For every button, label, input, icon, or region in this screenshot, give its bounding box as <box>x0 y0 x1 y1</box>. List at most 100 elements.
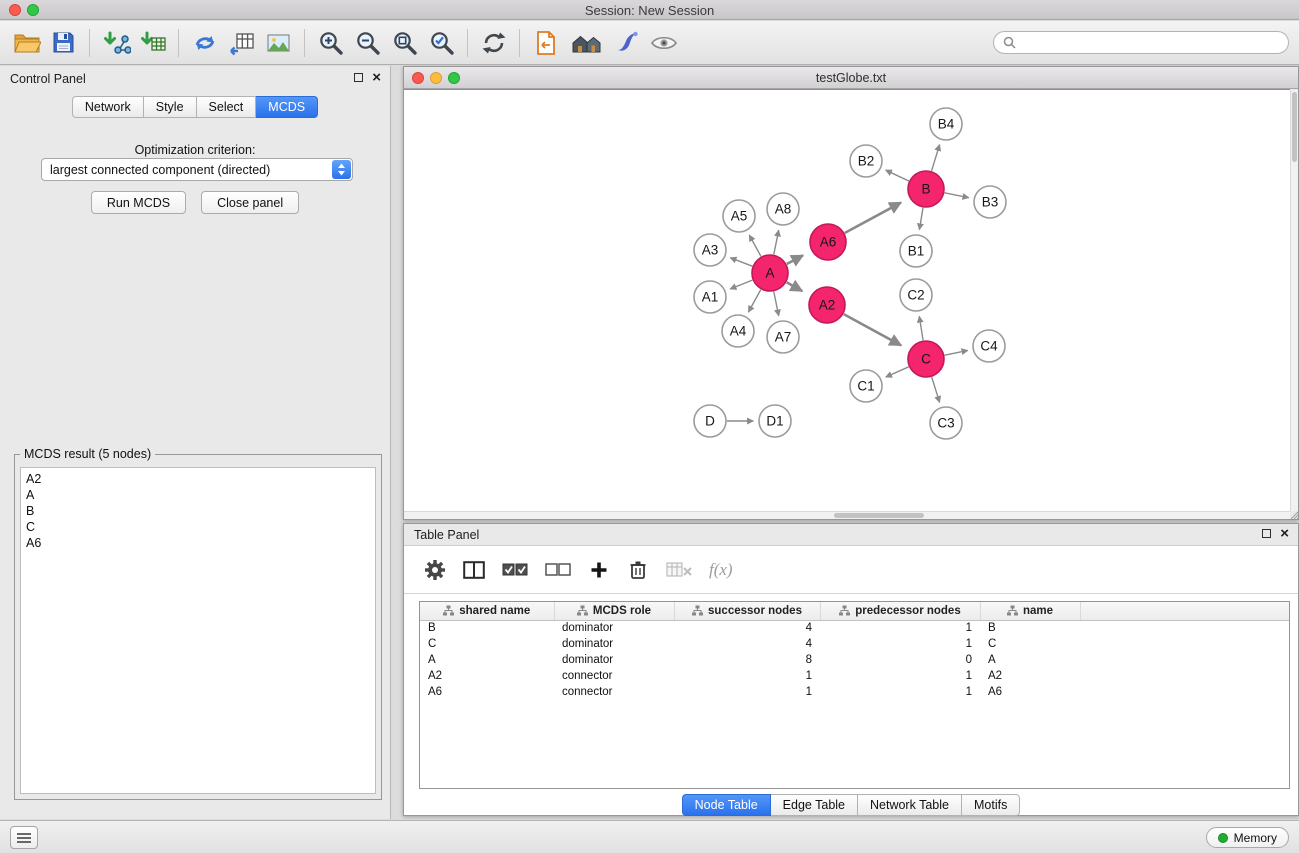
refresh-view-icon[interactable] <box>475 24 512 61</box>
optimization-criterion-label: Optimization criterion: <box>0 143 390 157</box>
edge-A2-C <box>844 314 901 345</box>
apply-style-icon[interactable] <box>608 24 645 61</box>
result-item[interactable]: B <box>26 503 370 519</box>
node-label-C3: C3 <box>937 416 954 431</box>
float-panel-icon[interactable] <box>1262 529 1271 538</box>
deselect-all-rows-icon[interactable] <box>545 556 571 584</box>
result-item[interactable]: A6 <box>26 535 370 551</box>
open-network-document-icon[interactable] <box>527 24 564 61</box>
column-header-shared-name[interactable]: shared name <box>420 602 554 620</box>
cell-successor-nodes: 1 <box>674 668 820 684</box>
column-header-successor-nodes[interactable]: successor nodes <box>674 602 820 620</box>
window-title: Session: New Session <box>0 3 1299 18</box>
close-panel-icon[interactable]: × <box>1280 528 1289 539</box>
edge-A-A1 <box>730 280 752 289</box>
import-table-from-file-icon[interactable] <box>134 24 171 61</box>
tab-edge-table[interactable]: Edge Table <box>771 794 858 816</box>
tab-mcds[interactable]: MCDS <box>256 96 318 118</box>
edge-C-C1 <box>886 367 909 377</box>
node-label-B1: B1 <box>908 244 925 259</box>
run-mcds-button[interactable]: Run MCDS <box>91 191 186 214</box>
delete-table-icon[interactable] <box>666 556 692 584</box>
search-icon <box>1003 36 1016 49</box>
edge-C-C4 <box>945 350 968 355</box>
toolbar-separator <box>89 29 90 57</box>
edge-A6-B <box>845 203 901 234</box>
status-bar: Memory <box>0 820 1299 853</box>
function-builder-button[interactable]: f(x) <box>709 556 733 584</box>
zoom-in-icon[interactable] <box>312 24 349 61</box>
column-header-predecessor-nodes[interactable]: predecessor nodes <box>820 602 980 620</box>
node-label-D1: D1 <box>766 414 783 429</box>
edge-B-B3 <box>945 193 969 198</box>
show-graphics-details-icon[interactable] <box>645 24 682 61</box>
zoom-selected-icon[interactable] <box>423 24 460 61</box>
column-chooser-icon[interactable] <box>463 556 485 584</box>
network-canvas[interactable]: AA6A2BCA5A8A3A1A4A7B4B2B3B1C2C4C1C3DD1 <box>404 89 1290 511</box>
select-all-rows-icon[interactable] <box>502 556 528 584</box>
zoom-out-icon[interactable] <box>349 24 386 61</box>
cell-predecessor-nodes: 0 <box>820 652 980 668</box>
mcds-result-group: MCDS result (5 nodes) A2ABCA6 <box>14 454 382 800</box>
node-label-A4: A4 <box>730 324 747 339</box>
table-settings-gear-icon[interactable] <box>424 556 446 584</box>
zoom-fit-icon[interactable] <box>386 24 423 61</box>
tab-network[interactable]: Network <box>72 96 144 118</box>
close-panel-button[interactable]: Close panel <box>201 191 299 214</box>
cell-predecessor-nodes: 1 <box>820 620 980 636</box>
new-network-icon[interactable] <box>186 24 223 61</box>
table-row[interactable]: Adominator80A <box>420 652 1289 668</box>
edge-A-A7 <box>774 292 779 316</box>
network-graph-svg: AA6A2BCA5A8A3A1A4A7B4B2B3B1C2C4C1C3DD1 <box>404 90 1290 513</box>
toolbar-separator <box>467 29 468 57</box>
tab-motifs[interactable]: Motifs <box>962 794 1020 816</box>
task-history-button[interactable] <box>10 826 38 849</box>
tab-style[interactable]: Style <box>144 96 197 118</box>
search-input[interactable] <box>1022 35 1279 51</box>
float-panel-icon[interactable] <box>354 73 363 82</box>
cell-predecessor-nodes: 1 <box>820 636 980 652</box>
import-network-from-file-icon[interactable] <box>97 24 134 61</box>
show-home-icon[interactable] <box>564 24 608 61</box>
table-row[interactable]: Bdominator41B <box>420 620 1289 636</box>
memory-button[interactable]: Memory <box>1206 827 1289 848</box>
delete-rows-trash-icon[interactable] <box>627 556 649 584</box>
open-folder-icon[interactable] <box>8 24 45 61</box>
node-label-A2: A2 <box>819 298 836 313</box>
cell-name: C <box>980 636 1080 652</box>
cell-shared-name: A6 <box>420 684 554 700</box>
node-label-C4: C4 <box>980 339 998 354</box>
result-item[interactable]: A <box>26 487 370 503</box>
cell-mcds-role: dominator <box>554 620 674 636</box>
tree-icon <box>1007 605 1018 616</box>
add-row-icon[interactable] <box>588 556 610 584</box>
criterion-dropdown[interactable]: largest connected component (directed) <box>41 158 353 181</box>
export-image-icon[interactable] <box>260 24 297 61</box>
mcds-result-list[interactable]: A2ABCA6 <box>20 467 376 794</box>
column-header-name[interactable]: name <box>980 602 1080 620</box>
cell-mcds-role: dominator <box>554 636 674 652</box>
table-row[interactable]: A2connector11A2 <box>420 668 1289 684</box>
resize-grip-icon[interactable] <box>1289 510 1298 519</box>
vertical-scrollbar[interactable] <box>1290 90 1298 511</box>
new-table-icon[interactable] <box>223 24 260 61</box>
table-row[interactable]: A6connector11A6 <box>420 684 1289 700</box>
search-field[interactable] <box>993 31 1289 54</box>
cell-name: B <box>980 620 1080 636</box>
save-session-icon[interactable] <box>45 24 82 61</box>
tab-node-table[interactable]: Node Table <box>682 794 771 816</box>
edge-C-C3 <box>932 377 940 402</box>
tab-network-table[interactable]: Network Table <box>858 794 962 816</box>
mcds-result-title: MCDS result (5 nodes) <box>20 447 155 461</box>
horizontal-scrollbar[interactable] <box>404 511 1290 519</box>
column-header-mcds-role[interactable]: MCDS role <box>554 602 674 620</box>
criterion-dropdown-value: largest connected component (directed) <box>42 163 332 177</box>
tab-select[interactable]: Select <box>197 96 257 118</box>
table-row[interactable]: Cdominator41C <box>420 636 1289 652</box>
memory-status-icon <box>1218 833 1228 843</box>
edge-B-B4 <box>932 145 940 171</box>
result-item[interactable]: A2 <box>26 471 370 487</box>
close-panel-icon[interactable]: × <box>372 72 381 83</box>
result-item[interactable]: C <box>26 519 370 535</box>
node-label-C1: C1 <box>857 379 874 394</box>
